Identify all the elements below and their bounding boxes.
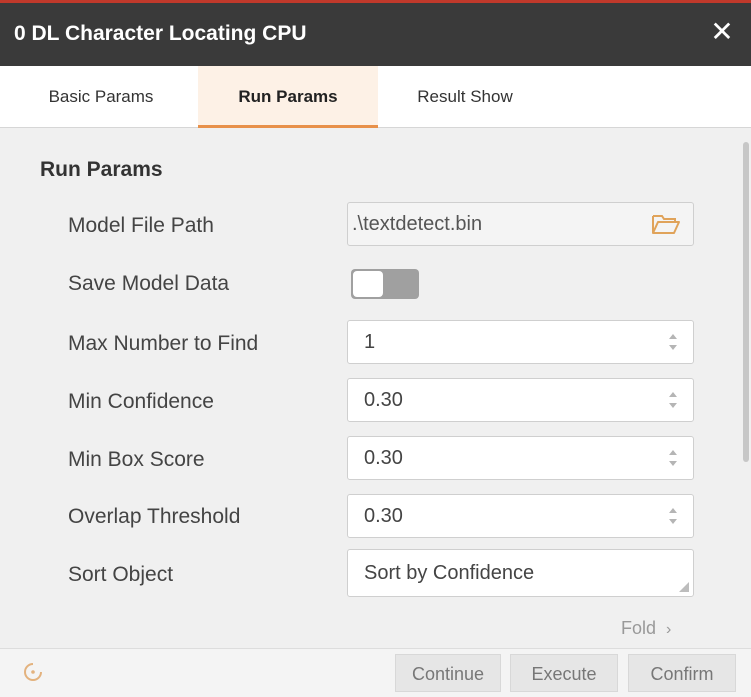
stepper-icon[interactable] (667, 331, 679, 353)
loading-icon (24, 663, 42, 681)
overlap-threshold-label: Overlap Threshold (68, 505, 241, 528)
save-model-data-toggle[interactable] (351, 269, 419, 299)
sort-object-label: Sort Object (68, 563, 174, 586)
folder-open-icon[interactable] (651, 212, 681, 236)
close-icon[interactable]: ✕ (709, 18, 735, 46)
min-confidence-input[interactable]: 0.30 (347, 378, 694, 422)
model-file-path-label: Model File Path (68, 214, 214, 237)
tab-run-params[interactable]: Run Params (198, 66, 378, 128)
dropdown-corner-icon (679, 582, 689, 592)
fold-label: Fold (621, 618, 657, 638)
fold-toggle[interactable]: Fold › (621, 618, 671, 639)
footer-bar: Continue Execute Confirm (0, 648, 751, 697)
model-file-path-field[interactable]: .\textdetect.bin (347, 202, 694, 246)
tab-result-show[interactable]: Result Show (390, 66, 540, 127)
min-confidence-label: Min Confidence (68, 390, 214, 413)
section-title: Run Params (40, 158, 163, 181)
min-box-score-input[interactable]: 0.30 (347, 436, 694, 480)
overlap-threshold-value: 0.30 (364, 505, 403, 527)
toggle-knob (353, 271, 383, 297)
execute-button[interactable]: Execute (510, 654, 618, 692)
tab-bar: Basic Params Run Params Result Show (0, 66, 751, 128)
max-number-to-find-input[interactable]: 1 (347, 320, 694, 364)
save-model-data-label: Save Model Data (68, 272, 230, 295)
stepper-icon[interactable] (667, 505, 679, 527)
min-box-score-value: 0.30 (364, 447, 403, 469)
window-title: 0 DL Character Locating CPU (14, 22, 307, 45)
dialog-window: 0 DL Character Locating CPU ✕ Basic Para… (0, 0, 751, 697)
stepper-icon[interactable] (667, 389, 679, 411)
max-number-to-find-label: Max Number to Find (68, 332, 259, 355)
scrollbar[interactable] (743, 142, 749, 462)
run-params-panel: Run Params Model File Path .\textdetect.… (0, 128, 751, 648)
max-number-to-find-value: 1 (364, 331, 376, 353)
continue-button[interactable]: Continue (395, 654, 501, 692)
chevron-right-icon: › (666, 621, 672, 638)
title-bar: 0 DL Character Locating CPU ✕ (0, 0, 751, 66)
sort-object-value: Sort by Confidence (364, 562, 535, 584)
tab-basic-params[interactable]: Basic Params (24, 66, 178, 127)
model-file-path-value: .\textdetect.bin (352, 213, 483, 235)
min-box-score-label: Min Box Score (68, 448, 205, 471)
stepper-icon[interactable] (667, 447, 679, 469)
sort-object-select[interactable]: Sort by Confidence (347, 549, 694, 597)
confirm-button[interactable]: Confirm (628, 654, 736, 692)
min-confidence-value: 0.30 (364, 389, 403, 411)
overlap-threshold-input[interactable]: 0.30 (347, 494, 694, 538)
